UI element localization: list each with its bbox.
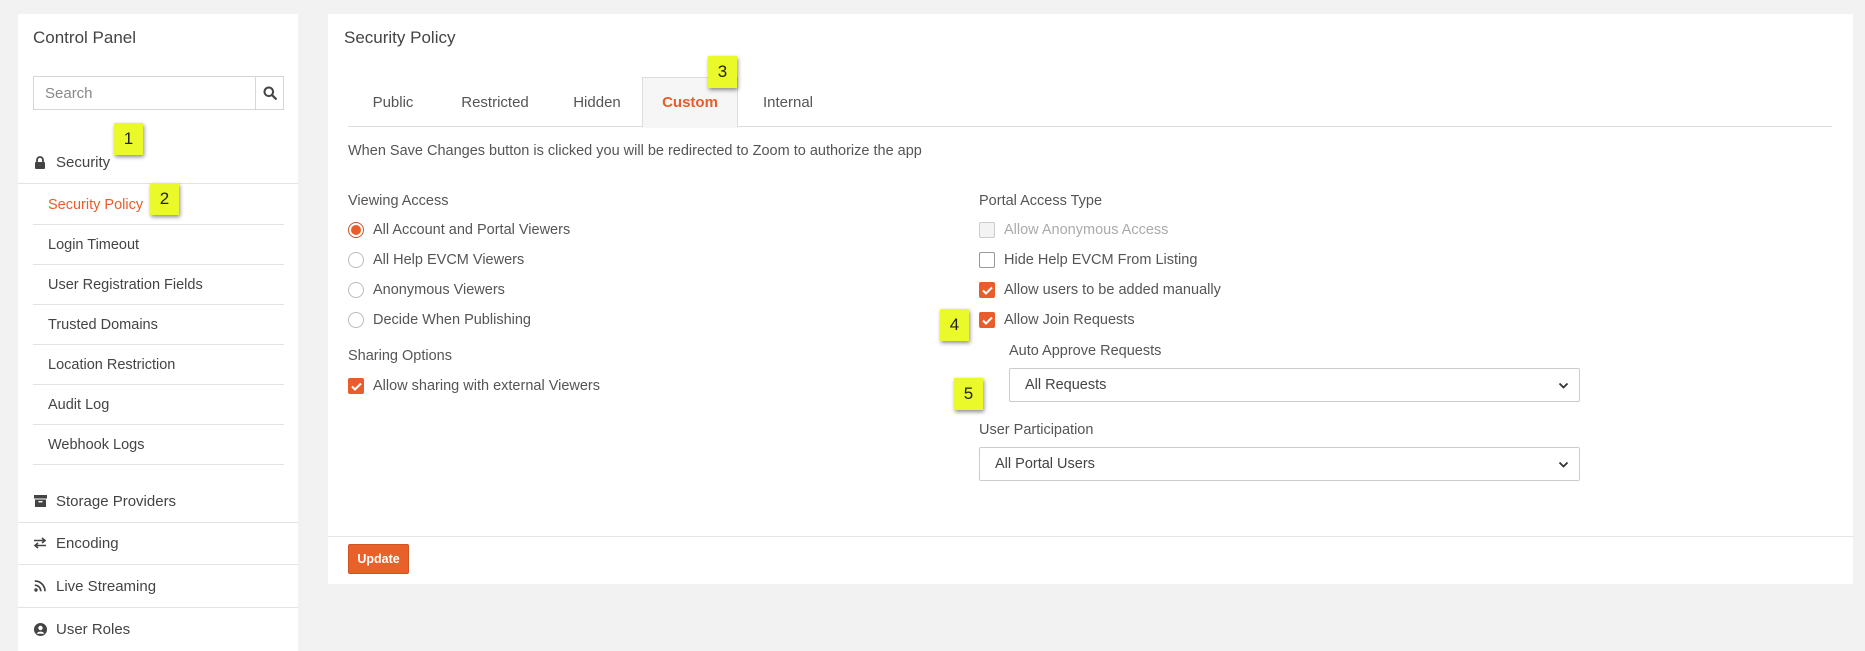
option-label: Allow sharing with external Viewers [373, 378, 601, 394]
option-label: Allow Anonymous Access [1004, 222, 1169, 238]
option-label: All Help EVCM Viewers [373, 252, 525, 268]
annotation-badge: 2 [150, 183, 179, 215]
sidebar-item-login-timeout[interactable]: Login Timeout [33, 225, 284, 265]
sidebar-section-user-roles[interactable]: User Roles [18, 609, 298, 649]
redirect-notice: When Save Changes button is clicked you … [348, 143, 922, 159]
exchange-icon [33, 536, 47, 550]
checkmark-icon [981, 286, 993, 295]
annotation-badge: 1 [114, 123, 143, 155]
search-box [33, 76, 284, 110]
lock-icon [33, 155, 47, 169]
viewing-option-decide-when-publishing[interactable]: Decide When Publishing [348, 310, 531, 330]
checkbox [979, 222, 995, 238]
radio-button[interactable] [348, 282, 364, 298]
divider [18, 564, 298, 565]
sidebar-section-storage-providers[interactable]: Storage Providers [18, 481, 298, 521]
auto-approve-select[interactable]: All Requests [1009, 368, 1580, 402]
tab-public[interactable]: Public [348, 77, 438, 127]
sidebar-title: Control Panel [33, 28, 137, 47]
update-button[interactable]: Update [348, 544, 409, 574]
tab-internal[interactable]: Internal [738, 77, 838, 127]
chevron-down-icon [1558, 382, 1569, 389]
checkbox[interactable] [348, 378, 364, 394]
sidebar-item-trusted-domains[interactable]: Trusted Domains [33, 305, 284, 345]
sidebar-item-label: Trusted Domains [48, 316, 158, 333]
tab-restricted[interactable]: Restricted [438, 77, 552, 127]
sidebar-section-encoding[interactable]: Encoding [18, 523, 298, 563]
checkmark-icon [350, 382, 362, 391]
sharing-options-label: Sharing Options [348, 348, 452, 364]
sidebar-item-webhook-logs[interactable]: Webhook Logs [33, 425, 284, 465]
viewing-access-label: Viewing Access [348, 193, 449, 209]
auto-approve-label: Auto Approve Requests [1009, 343, 1162, 359]
option-label: Allow users to be added manually [1004, 282, 1221, 298]
option-label: Anonymous Viewers [373, 282, 505, 298]
portal-access-label: Portal Access Type [979, 193, 1103, 209]
option-label: Decide When Publishing [373, 312, 531, 328]
viewing-option-anonymous[interactable]: Anonymous Viewers [348, 280, 505, 300]
checkbox[interactable] [979, 252, 995, 268]
sidebar-item-user-registration-fields[interactable]: User Registration Fields [33, 265, 284, 305]
tab-bar: Public Restricted Hidden Custom Internal [348, 77, 1832, 128]
viewing-option-all-account[interactable]: All Account and Portal Viewers [348, 220, 570, 240]
option-label: Allow Join Requests [1004, 312, 1135, 328]
select-value: All Requests [1025, 377, 1107, 393]
sidebar-section-label: Storage Providers [56, 492, 177, 510]
search-icon [263, 86, 277, 100]
sidebar-item-location-restriction[interactable]: Location Restriction [33, 345, 284, 385]
sidebar-item-label: Security Policy [48, 196, 144, 213]
archive-icon [33, 494, 47, 508]
portal-option-anonymous-access: Allow Anonymous Access [979, 220, 1168, 240]
divider [18, 607, 298, 608]
option-label: All Account and Portal Viewers [373, 222, 571, 238]
sidebar-item-label: Audit Log [48, 396, 110, 413]
portal-option-hide-from-listing[interactable]: Hide Help EVCM From Listing [979, 250, 1197, 270]
checkmark-icon [981, 316, 993, 325]
sidebar-section-label: Security [56, 153, 111, 171]
checkbox[interactable] [979, 282, 995, 298]
search-input[interactable] [34, 77, 255, 109]
sidebar-section-label: Encoding [56, 534, 119, 552]
viewing-option-all-help-evcm[interactable]: All Help EVCM Viewers [348, 250, 524, 270]
tab-hidden[interactable]: Hidden [552, 77, 642, 127]
portal-option-join-requests[interactable]: Allow Join Requests [979, 310, 1135, 330]
radio-button[interactable] [348, 252, 364, 268]
tab-label: Internal [762, 93, 814, 111]
sidebar: Control Panel Security Security Policy L… [18, 14, 298, 651]
annotation-badge: 4 [940, 309, 969, 341]
annotation-badge: 5 [954, 378, 983, 410]
sidebar-section-label: Live Streaming [56, 577, 157, 595]
checkbox[interactable] [979, 312, 995, 328]
sidebar-item-label: Location Restriction [48, 356, 176, 373]
select-value: All Portal Users [995, 456, 1095, 472]
option-label: Hide Help EVCM From Listing [1004, 252, 1198, 268]
sidebar-section-label: User Roles [56, 620, 131, 638]
user-participation-label: User Participation [979, 422, 1094, 438]
sidebar-item-audit-log[interactable]: Audit Log [33, 385, 284, 425]
sidebar-item-label: Webhook Logs [48, 436, 145, 453]
tab-label: Custom [662, 94, 718, 111]
main-panel: Security Policy Public Restricted Hidden… [328, 14, 1853, 584]
tab-label: Restricted [461, 93, 529, 111]
rss-icon [33, 579, 47, 593]
annotation-badge: 3 [708, 56, 737, 88]
user-participation-select[interactable]: All Portal Users [979, 447, 1580, 481]
sidebar-item-label: Login Timeout [48, 236, 140, 253]
page-title: Security Policy [344, 28, 456, 47]
search-button[interactable] [255, 77, 283, 109]
tab-label: Public [372, 93, 414, 111]
sharing-option-external-viewers[interactable]: Allow sharing with external Viewers [348, 376, 600, 396]
sidebar-item-label: User Registration Fields [48, 276, 203, 293]
sidebar-section-security[interactable]: Security [18, 142, 298, 182]
radio-button[interactable] [348, 222, 364, 238]
portal-option-add-manually[interactable]: Allow users to be added manually [979, 280, 1221, 300]
footer-divider [328, 536, 1853, 537]
sidebar-section-live-streaming[interactable]: Live Streaming [18, 566, 298, 606]
tab-label: Hidden [573, 93, 621, 111]
user-circle-icon [33, 622, 47, 636]
radio-button[interactable] [348, 312, 364, 328]
chevron-down-icon [1558, 461, 1569, 468]
